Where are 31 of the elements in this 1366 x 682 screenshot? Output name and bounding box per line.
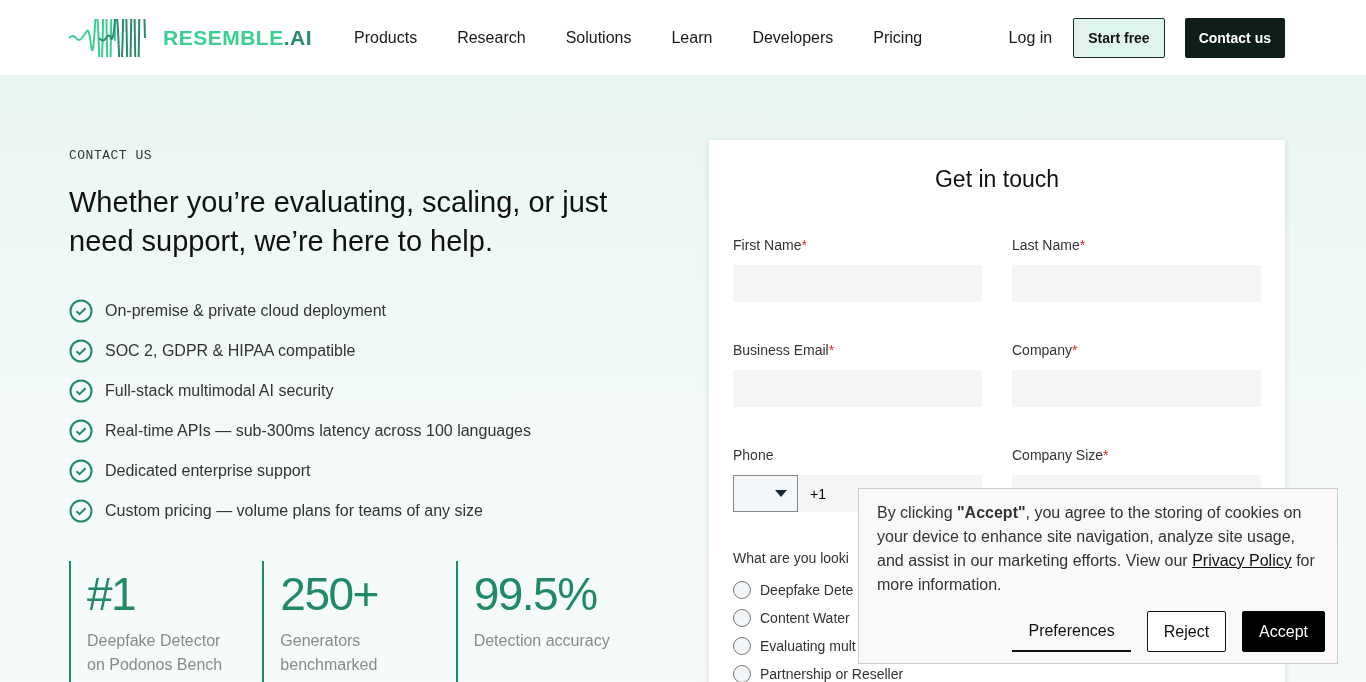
stat-label: Generators benchmarked [280, 631, 379, 675]
eyebrow-label: CONTACT US [69, 148, 153, 163]
field-label: Phone [733, 447, 774, 463]
option-label: Deepfake Dete [760, 582, 854, 598]
feature-text: Real-time APIs — sub-300ms latency across 100 languages [105, 422, 531, 440]
required-mark: * [1071, 342, 1078, 358]
stat-value: 99.5% [473, 567, 598, 621]
field-label: Company [1012, 342, 1072, 358]
feature-text: On-premise & private cloud deployment [105, 302, 387, 320]
field-label: Company Size [1012, 447, 1104, 463]
stat-label: Deepfake Detector on Podonos Bench [87, 631, 224, 675]
feature-text: Dedicated enterprise support [105, 462, 311, 480]
field-label: Business Email [733, 342, 829, 358]
stat-value: 250+ [280, 567, 379, 621]
field-label: Last Name [1012, 237, 1080, 253]
required-mark: * [801, 237, 807, 253]
required-mark: * [1103, 447, 1109, 463]
feature-text: Full-stack multimodal AI security [105, 382, 334, 400]
stat-value: #1 [87, 567, 137, 621]
feature-text: SOC 2, GDPR & HIPAA compatible [105, 342, 356, 360]
feature-text: Custom pricing — volume plans for teams of any size [105, 502, 483, 520]
option-label: Partnership or Reseller [760, 666, 904, 682]
form-title: Get in touch [934, 166, 1060, 193]
required-mark: * [828, 342, 835, 358]
option-label: Evaluating mult [760, 638, 856, 654]
option-label: Content Water [760, 610, 850, 626]
field-label: First Name [733, 237, 802, 253]
stat-label: Detection accuracy [473, 631, 611, 651]
required-mark: * [1079, 237, 1086, 253]
question-label: What are you looki [733, 550, 849, 566]
hero-heading: Whether you’re evaluating, scaling, or just need support, we’re here to help. [69, 185, 609, 259]
